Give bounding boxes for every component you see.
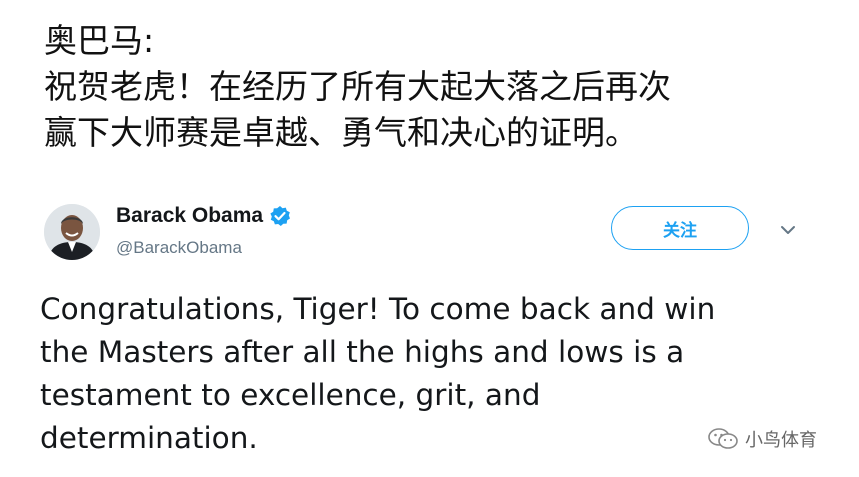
chevron-down-icon[interactable] <box>778 220 798 240</box>
watermark: 小鸟体育 <box>707 426 817 452</box>
avatar[interactable] <box>44 204 100 260</box>
wechat-icon <box>707 426 739 452</box>
tweet-text-line: testament to excellence, grit, and <box>40 378 541 412</box>
name-row: Barack Obama <box>116 204 291 228</box>
headline-line-3: 赢下大师赛是卓越、勇气和决心的证明。 <box>44 113 638 152</box>
headline-line-2: 祝贺老虎！在经历了所有大起大落之后再次 <box>44 67 671 106</box>
handle[interactable]: @BarackObama <box>116 238 242 258</box>
tweet-text-line: the Masters after all the highs and lows… <box>40 335 685 369</box>
headline: 奥巴马: 祝贺老虎！在经历了所有大起大落之后再次 赢下大师赛是卓越、勇气和决心的… <box>44 18 844 156</box>
headline-line-1: 奥巴马: <box>44 21 155 60</box>
follow-button[interactable]: 关注 <box>611 206 749 250</box>
display-name[interactable]: Barack Obama <box>116 204 263 228</box>
watermark-text: 小鸟体育 <box>745 430 817 451</box>
tweet-header: Barack Obama @BarackObama 关注 <box>44 200 824 270</box>
verified-badge-icon <box>269 205 291 227</box>
tweet-text-line: Congratulations, Tiger! To come back and… <box>40 292 716 326</box>
